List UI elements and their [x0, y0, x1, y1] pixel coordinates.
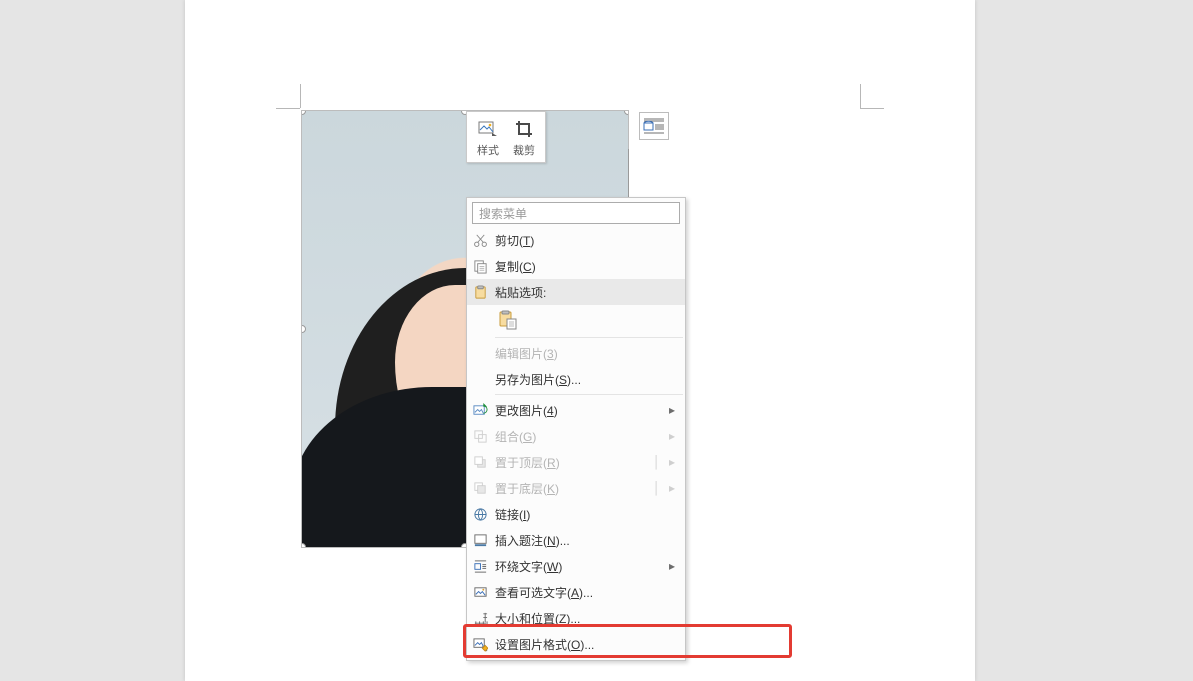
menu-search-input[interactable]: 搜索菜单	[472, 202, 680, 224]
copy-icon	[467, 259, 493, 274]
cut-icon	[467, 233, 493, 248]
menu-size-position[interactable]: 大小和位置(Z)...	[467, 605, 685, 631]
insert-caption-icon	[467, 533, 493, 548]
menu-edit-picture: 编辑图片(3)	[467, 340, 685, 366]
menu-link[interactable]: 链接(I)	[467, 501, 685, 527]
submenu-arrow-icon: ▸	[669, 559, 679, 573]
paste-options-row	[467, 305, 685, 335]
menu-send-to-back: 置于底层(K) │ ▸	[467, 475, 685, 501]
wrap-text-icon	[467, 559, 493, 574]
menu-format-picture[interactable]: 设置图片格式(O)...	[467, 631, 685, 657]
margin-mark	[860, 84, 861, 108]
margin-mark	[300, 84, 301, 108]
submenu-arrow-icon: ▸	[669, 403, 679, 417]
picture-mini-toolbar: 样式 裁剪	[466, 111, 546, 163]
menu-copy-label: 复制(C)	[493, 258, 679, 275]
menu-insert-caption[interactable]: 插入题注(N)...	[467, 527, 685, 553]
margin-mark	[860, 108, 884, 109]
resize-handle[interactable]	[302, 325, 306, 333]
margin-mark	[276, 108, 300, 109]
picture-style-icon	[475, 118, 501, 140]
picture-context-menu: 搜索菜单 剪切(T) 复制(C) 粘贴选项:	[466, 197, 686, 661]
menu-separator	[495, 394, 683, 395]
menu-change-picture-label: 更改图片(4)	[493, 402, 669, 419]
group-icon	[467, 429, 493, 444]
menu-wrap-text-label: 环绕文字(W)	[493, 558, 669, 575]
picture-style-button[interactable]: 样式	[475, 118, 501, 158]
menu-cut-label: 剪切(T)	[493, 232, 679, 249]
bring-to-front-icon	[467, 455, 493, 470]
menu-bring-to-front-label: 置于顶层(R)	[493, 454, 653, 471]
menu-search-placeholder: 搜索菜单	[479, 205, 527, 222]
crop-label: 裁剪	[511, 142, 537, 158]
resize-handle[interactable]	[624, 111, 628, 115]
menu-separator	[495, 337, 683, 338]
menu-save-as-picture[interactable]: 另存为图片(S)...	[467, 366, 685, 392]
paste-keep-source-button[interactable]	[495, 307, 521, 333]
menu-alt-text[interactable]: 查看可选文字(A)...	[467, 579, 685, 605]
menu-size-position-label: 大小和位置(Z)...	[493, 610, 679, 627]
picture-style-label: 样式	[475, 142, 501, 158]
separator-bar: │	[653, 481, 663, 495]
menu-insert-caption-label: 插入题注(N)...	[493, 532, 679, 549]
paste-keep-source-icon	[498, 310, 518, 330]
separator-bar: │	[653, 455, 663, 469]
send-to-back-icon	[467, 481, 493, 496]
menu-group-label: 组合(G)	[493, 428, 669, 445]
menu-group: 组合(G) ▸	[467, 423, 685, 449]
format-picture-icon	[467, 637, 493, 652]
menu-cut[interactable]: 剪切(T)	[467, 227, 685, 253]
menu-copy[interactable]: 复制(C)	[467, 253, 685, 279]
submenu-arrow-icon: ▸	[669, 455, 679, 469]
menu-save-as-picture-label: 另存为图片(S)...	[493, 371, 679, 388]
connector-line	[628, 149, 629, 200]
menu-wrap-text[interactable]: 环绕文字(W) ▸	[467, 553, 685, 579]
menu-alt-text-label: 查看可选文字(A)...	[493, 584, 679, 601]
menu-link-label: 链接(I)	[493, 506, 679, 523]
change-picture-icon	[467, 403, 493, 418]
menu-send-to-back-label: 置于底层(K)	[493, 480, 653, 497]
crop-icon	[511, 118, 537, 140]
crop-button[interactable]: 裁剪	[511, 118, 537, 158]
submenu-arrow-icon: ▸	[669, 481, 679, 495]
alt-text-icon	[467, 585, 493, 600]
document-page: 样式 裁剪 搜索菜单 剪切(T)	[185, 0, 975, 681]
menu-paste-options-header: 粘贴选项:	[467, 279, 685, 305]
paste-icon	[467, 285, 493, 300]
size-position-icon	[467, 611, 493, 626]
link-icon	[467, 507, 493, 522]
resize-handle[interactable]	[302, 111, 306, 115]
menu-bring-to-front: 置于顶层(R) │ ▸	[467, 449, 685, 475]
layout-options-button[interactable]	[639, 112, 669, 140]
menu-format-picture-label: 设置图片格式(O)...	[493, 636, 679, 653]
submenu-arrow-icon: ▸	[669, 429, 679, 443]
menu-change-picture[interactable]: 更改图片(4) ▸	[467, 397, 685, 423]
menu-paste-options-label: 粘贴选项:	[493, 284, 679, 301]
menu-edit-picture-label: 编辑图片(3)	[493, 345, 679, 362]
layout-options-icon	[643, 117, 665, 135]
